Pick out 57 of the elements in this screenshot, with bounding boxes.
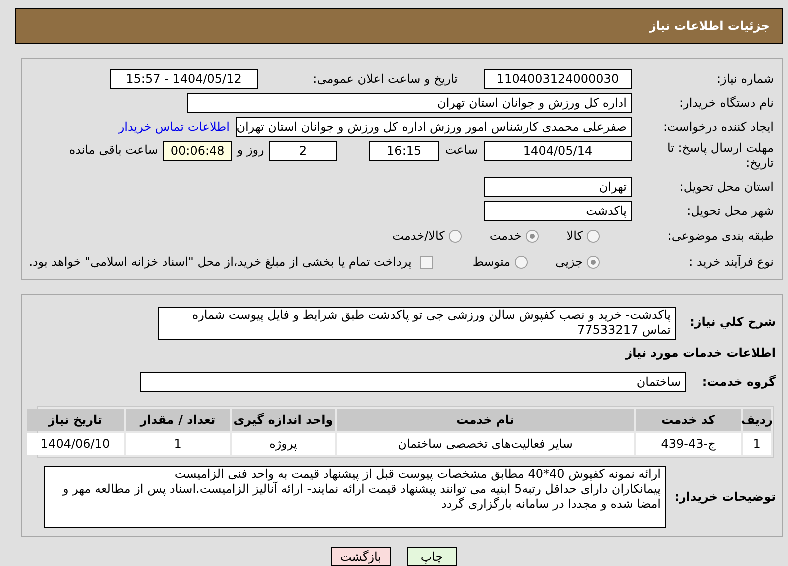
radio-label: خدمت	[490, 228, 522, 245]
radio-button[interactable]	[514, 256, 528, 268]
radio-label: کالا/خدمت	[392, 228, 445, 245]
radio-label: جزیی	[556, 254, 583, 271]
column-header: نام خدمت	[337, 409, 634, 431]
deadline-date-field: 1404/05/14	[484, 141, 632, 161]
print-button[interactable]: چاپ	[407, 547, 457, 566]
buyer-notes-textarea[interactable]: ارائه نمونه کفپوش 40*40 مطابق مشخصات پیوست قبل از پیشنهاد قیمت به واحد فنی الزامیست پیمانکاران دارای حداقل رتبه5 ابنیه می توانند پیشنهاد قیمت ارائه نمایند- ارائه آنالیز الزامیست.اسناد پس از مطالعه مهر و امضا شده و مجددا در سامانه بارگزاری گردد	[44, 466, 666, 528]
column-header: ردیف	[743, 409, 771, 431]
field-label: نام دستگاه خریدار:	[678, 95, 774, 112]
province-field: تهران	[484, 177, 632, 197]
table-cell: 1	[126, 433, 230, 455]
column-header: تعداد / مقدار	[126, 409, 230, 431]
creator-field: صفرعلی محمدی کارشناس امور ورزش اداره کل ورزش و جوانان استان تهران	[236, 117, 632, 137]
field-label: طبقه بندی موضوعی:	[666, 228, 774, 245]
days-label: روز و	[237, 142, 264, 159]
section-heading: اطلاعات خدمات مورد نیاز	[624, 345, 776, 362]
field-label: شرح کلي نیاز:	[689, 314, 776, 331]
column-header: کد خدمت	[636, 409, 741, 431]
table-cell: سایر فعالیت‌های تخصصی ساختمان	[337, 433, 634, 455]
column-header: واحد اندازه گیری	[232, 409, 335, 431]
checkbox-label: پرداخت تمام یا بخشی از مبلغ خرید،از محل "اسناد خزانه اسلامی" خواهد بود.	[29, 254, 412, 271]
remaining-label: ساعت باقی مانده	[69, 142, 158, 159]
radio-button[interactable]	[448, 230, 462, 242]
field-label: شماره نیاز:	[716, 71, 774, 88]
buyer-field: اداره کل ورزش و جوانان استان تهران	[187, 93, 632, 113]
city-field: پاکدشت	[484, 201, 632, 221]
radio-label: کالا	[566, 228, 583, 245]
time-label: ساعت	[445, 142, 478, 159]
field-label: تاریخ و ساعت اعلان عمومی:	[312, 71, 458, 88]
radio-label: متوسط	[472, 254, 511, 271]
table-cell: 1404/06/10	[27, 433, 124, 455]
back-button[interactable]: بازگشت	[331, 547, 391, 566]
checkbox[interactable]	[420, 256, 433, 268]
field-label: گروه خدمت:	[701, 374, 776, 391]
page-title: جزئیات اطلاعات نیاز	[649, 18, 770, 35]
table-cell: 1	[743, 433, 771, 455]
field-label: مهلت ارسال پاسخ: تا تاریخ:	[666, 141, 774, 171]
buyer-contact-link[interactable]: اطلاعات تماس خریدار	[118, 118, 230, 136]
field-label: نوع فرآیند خرید :	[688, 254, 774, 271]
service-group-field: ساختمان	[140, 372, 686, 392]
radio-button[interactable]	[587, 230, 600, 242]
field-label: ایجاد کننده درخواست:	[662, 119, 774, 136]
announce-date-field: 1404/05/12 - 15:57	[110, 69, 258, 89]
days-field: 2	[269, 141, 338, 161]
table-cell: پروژه	[232, 433, 335, 455]
radio-button[interactable]	[526, 230, 539, 242]
remaining-time-field: 00:06:48	[163, 141, 232, 161]
field-label: استان محل تحویل:	[678, 179, 774, 196]
need-number-field: 1104003124000030	[484, 69, 632, 89]
table-cell: ج-43-439	[636, 433, 741, 455]
field-label: توضیحات خریدار:	[674, 489, 776, 506]
deadline-time-field: 16:15	[369, 141, 440, 161]
radio-button[interactable]	[587, 256, 600, 268]
column-header: تاریخ نیاز	[27, 409, 124, 431]
field-label: شهر محل تحویل:	[686, 203, 774, 220]
description-textarea[interactable]: پاکدشت- خرید و نصب کفپوش سالن ورزشی جی تو پاکدشت طبق شرایط و فایل پیوست شماره تماس 77533217	[158, 307, 676, 340]
